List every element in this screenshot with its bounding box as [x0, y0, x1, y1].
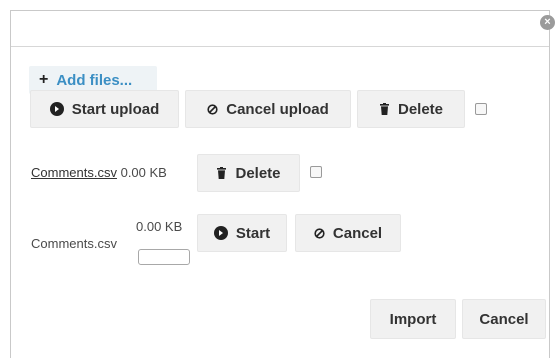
start-button[interactable]: Start [197, 214, 287, 252]
start-upload-button[interactable]: Start upload [30, 90, 179, 128]
dialog-header: × [11, 11, 555, 47]
ban-icon [314, 227, 325, 239]
start-upload-label: Start upload [71, 100, 160, 118]
uploaded-file-checkbox[interactable] [310, 166, 322, 178]
uploaded-file-delete-label: Delete [235, 164, 281, 182]
uploaded-file-row: Comments.csv 0.00 KB [31, 165, 167, 180]
uploaded-file-name[interactable]: Comments.csv [31, 165, 117, 180]
delete-label: Delete [397, 100, 444, 118]
trash-icon [379, 103, 390, 115]
delete-button[interactable]: Delete [357, 90, 465, 128]
select-all-checkbox[interactable] [475, 103, 487, 115]
trash-icon [216, 167, 227, 179]
resize-handle[interactable] [539, 348, 547, 356]
cancel-file-label: Cancel [332, 224, 383, 242]
cancel-upload-button[interactable]: Cancel upload [185, 90, 351, 128]
uploaded-file-size: 0.00 KB [120, 165, 167, 180]
import-button[interactable]: Import [370, 299, 456, 339]
cancel-button[interactable]: Cancel [462, 299, 546, 339]
uploaded-file-delete-button[interactable]: Delete [197, 154, 300, 192]
ban-icon [207, 103, 218, 115]
upload-progress-bar [138, 249, 190, 265]
circle-arrow-icon [49, 102, 64, 116]
add-files-label: Add files... [56, 71, 133, 89]
upload-dialog: × + Add files... Start upload Cancel upl… [10, 10, 555, 358]
close-icon[interactable]: × [540, 15, 555, 30]
pending-file-name: Comments.csv [31, 236, 117, 251]
cancel-label: Cancel [479, 310, 529, 328]
cancel-upload-label: Cancel upload [226, 100, 329, 118]
pending-file-size: 0.00 KB [136, 219, 183, 234]
start-label: Start [235, 224, 271, 242]
plus-icon: + [39, 71, 49, 88]
import-label: Import [389, 310, 437, 328]
circle-arrow-icon [213, 226, 228, 240]
cancel-file-button[interactable]: Cancel [295, 214, 401, 252]
